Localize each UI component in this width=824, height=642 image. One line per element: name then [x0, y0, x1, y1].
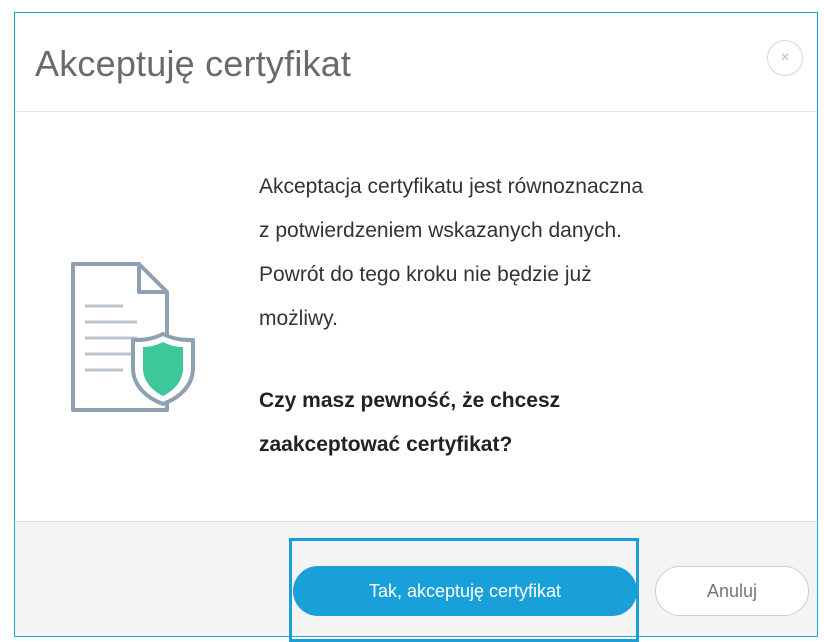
close-icon: ×: [780, 49, 790, 66]
dialog-message: Akceptacja certyfikatu jest równoznaczna…: [259, 165, 799, 341]
accept-certificate-button[interactable]: Tak, akceptuję certyfikat: [293, 566, 637, 616]
message-line: z potwierdzeniem wskazanych danych.: [259, 219, 623, 242]
close-button[interactable]: ×: [767, 40, 803, 76]
message-line: możliwy.: [259, 307, 338, 330]
confirmation-question: Czy masz pewność, że chcesz zaakceptować…: [259, 379, 799, 467]
dialog-title: Akceptuję certyfikat: [35, 43, 352, 84]
confirm-dialog: Akceptuję certyfikat × Akceptacja certyf…: [14, 12, 818, 642]
document-shield-icon: [71, 262, 195, 412]
message-line: Akceptacja certyfikatu jest równoznaczna: [259, 175, 644, 198]
dialog-footer: Tak, akceptuję certyfikat Anuluj: [15, 521, 817, 642]
header-divider: [15, 111, 817, 112]
cancel-button[interactable]: Anuluj: [655, 566, 809, 616]
question-line: Czy masz pewność, że chcesz: [259, 389, 561, 412]
message-line: Powrót do tego kroku nie będzie już: [259, 263, 592, 286]
question-line: zaakceptować certyfikat?: [259, 433, 513, 456]
